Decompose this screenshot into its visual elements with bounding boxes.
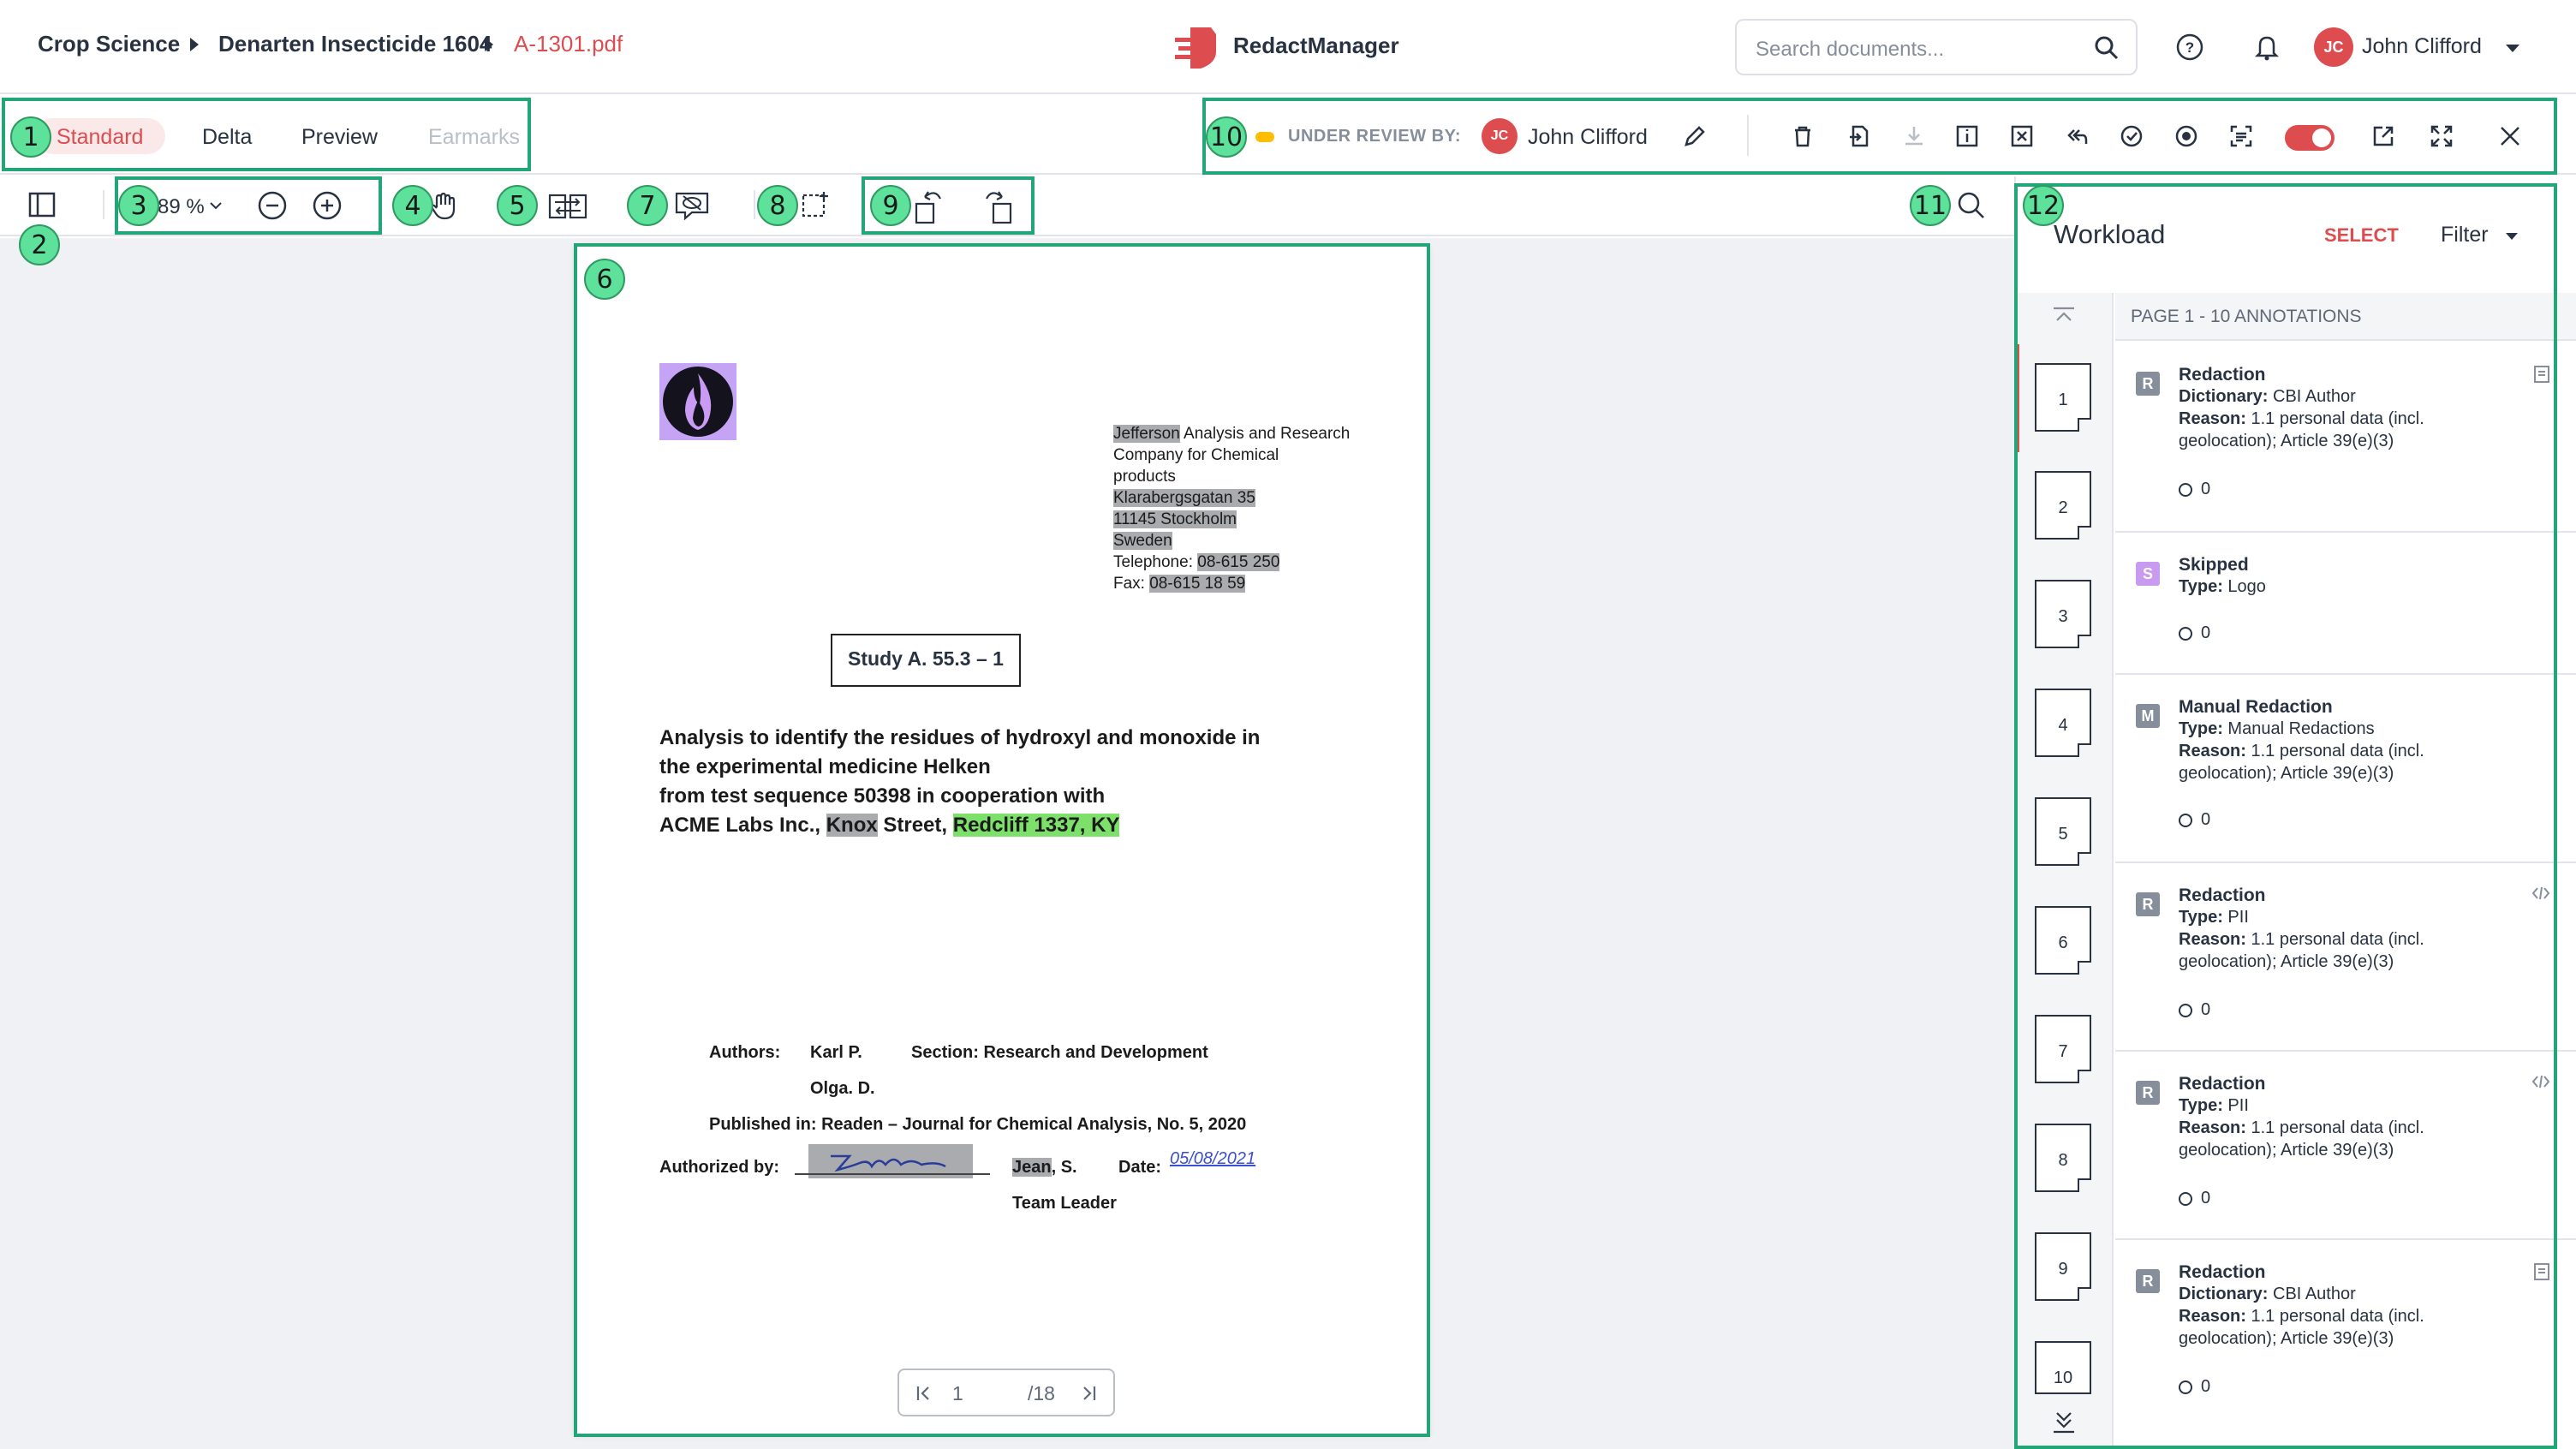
callout-number: 10 bbox=[1206, 116, 1247, 158]
user-menu-chevron-down-icon[interactable] bbox=[2506, 45, 2519, 52]
user-avatar[interactable]: JC bbox=[2314, 27, 2353, 67]
toolbar-divider bbox=[103, 190, 104, 219]
callout-box-view-tabs bbox=[2, 98, 531, 171]
callout-number: 1 bbox=[10, 116, 51, 158]
sidebar-toggle-icon[interactable] bbox=[27, 190, 57, 219]
callout-number: 5 bbox=[497, 185, 538, 226]
breadcrumb-separator-icon bbox=[485, 38, 493, 51]
toolbar-divider bbox=[754, 190, 755, 219]
notifications-bell-icon[interactable] bbox=[2252, 33, 2281, 62]
callout-number: 8 bbox=[757, 185, 798, 226]
callout-box-review-toolbar bbox=[1202, 98, 2557, 175]
brand-name: RedactManager bbox=[1233, 33, 1399, 58]
callout-number: 4 bbox=[392, 185, 433, 226]
breadcrumb-dossier[interactable]: Denarten Insecticide 1604 bbox=[218, 31, 492, 57]
compare-pages-icon[interactable] bbox=[548, 190, 587, 221]
user-name[interactable]: John Clifford bbox=[2362, 34, 2482, 59]
hide-annotations-icon[interactable] bbox=[673, 190, 711, 221]
callout-number: 2 bbox=[19, 224, 60, 265]
document-search-icon[interactable] bbox=[1956, 190, 1987, 221]
callout-number: 11 bbox=[1910, 185, 1951, 226]
search-input[interactable]: Search documents... bbox=[1735, 19, 2138, 75]
search-icon[interactable] bbox=[2093, 34, 2120, 62]
redactmanager-logo-icon bbox=[1172, 22, 1221, 72]
callout-number: 3 bbox=[118, 185, 159, 226]
callout-number: 6 bbox=[584, 259, 625, 300]
area-select-icon[interactable] bbox=[800, 190, 831, 221]
help-icon[interactable]: ? bbox=[2175, 33, 2204, 62]
search-placeholder: Search documents... bbox=[1756, 38, 1945, 61]
breadcrumb-crop-science[interactable]: Crop Science bbox=[38, 31, 180, 57]
breadcrumb-separator-icon bbox=[190, 38, 199, 51]
callout-number: 12 bbox=[2023, 185, 2064, 226]
svg-text:?: ? bbox=[2185, 39, 2194, 56]
callout-box-document bbox=[574, 243, 1430, 1437]
callout-number: 9 bbox=[870, 185, 911, 226]
callout-box-workload bbox=[2014, 183, 2557, 1449]
callout-number: 7 bbox=[627, 185, 668, 226]
breadcrumb-file: A-1301.pdf bbox=[514, 31, 623, 57]
